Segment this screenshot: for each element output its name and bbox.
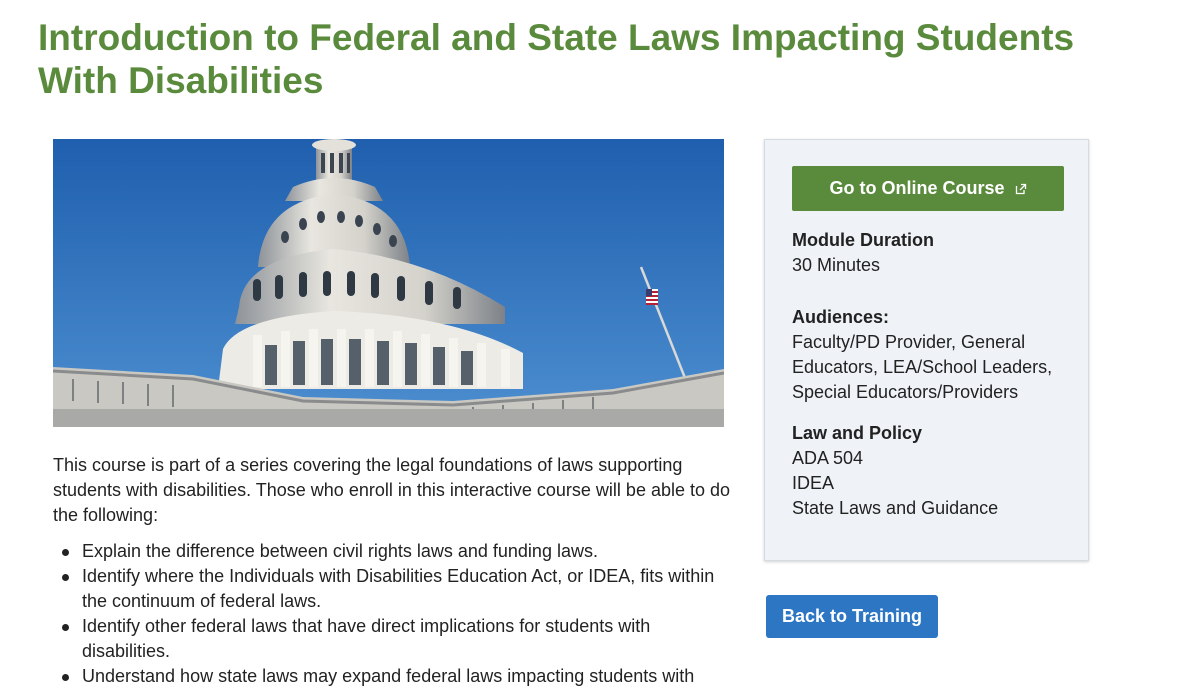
law-item: ADA 504 [792,448,864,468]
back-to-training-button[interactable]: Back to Training [766,595,938,638]
law-item: State Laws and Guidance [792,498,999,518]
audiences-label: Audiences: [792,307,890,327]
list-item: Understand how state laws may expand fed… [53,664,733,689]
objectives-list: Explain the difference between civil rig… [53,539,733,689]
law-and-policy: Law and Policy ADA 504 IDEA State Laws a… [792,421,1072,521]
external-link-icon [1015,183,1027,195]
module-duration: Module Duration 30 Minutes [792,228,1072,278]
course-info-card: Go to Online Course Module Duration 30 M… [764,139,1089,561]
duration-label: Module Duration [792,230,934,250]
duration-value: 30 Minutes [792,255,881,275]
law-item: IDEA [792,473,835,493]
go-to-online-course-button[interactable]: Go to Online Course [792,166,1064,211]
list-item: Identify other federal laws that have di… [53,614,733,664]
audiences-value: Faculty/PD Provider, General Educators, … [792,332,1053,402]
list-item: Identify where the Individuals with Disa… [53,564,733,614]
law-label: Law and Policy [792,423,923,443]
course-description: This course is part of a series covering… [53,455,731,525]
hero-image [53,139,724,427]
course-button-label: Go to Online Course [829,178,1005,198]
list-item: Explain the difference between civil rig… [53,539,733,564]
audiences: Audiences: Faculty/PD Provider, General … [792,305,1072,405]
page-title: Introduction to Federal and State Laws I… [38,17,1075,101]
